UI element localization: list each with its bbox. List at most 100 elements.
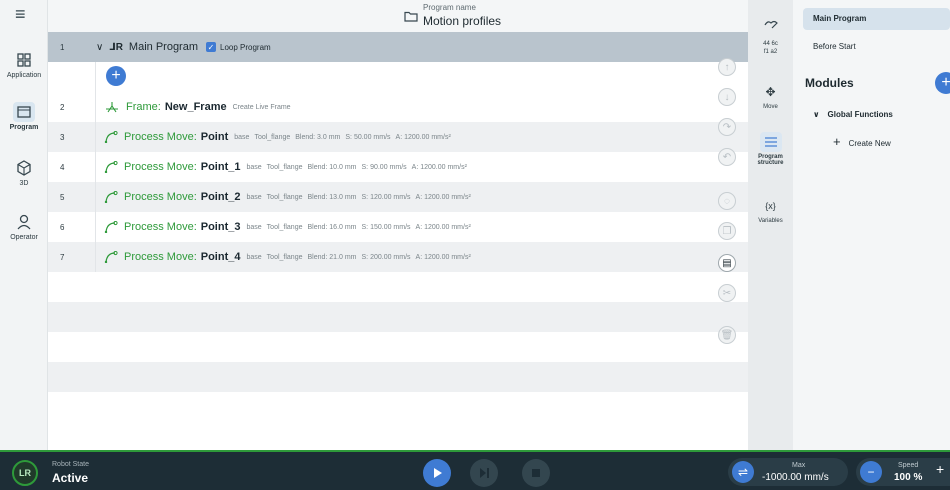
step-meta: A: 1200.00 mm/s² bbox=[415, 253, 471, 261]
step-meta: Tool_flange bbox=[266, 163, 303, 171]
row-number: 5 bbox=[48, 182, 96, 212]
frame-icon bbox=[106, 102, 118, 113]
cube-icon bbox=[17, 160, 31, 176]
bottom-bar: LR Robot State Active ⇌ Max -1000.00 mm/… bbox=[0, 450, 950, 490]
robot-logo-icon: LR bbox=[12, 460, 38, 486]
chevron-down-icon: ∨ bbox=[813, 110, 820, 119]
cut-icon[interactable]: ✂ bbox=[718, 284, 736, 302]
rail-move[interactable]: ✥ Move bbox=[748, 82, 793, 110]
step-meta: S: 50.00 mm/s bbox=[345, 133, 391, 141]
row-number: 7 bbox=[48, 242, 96, 272]
modules-title: Modules bbox=[805, 76, 854, 90]
step-meta: A: 1200.00 mm/s² bbox=[415, 223, 471, 231]
add-row bbox=[48, 62, 748, 92]
create-new-button[interactable]: + Create New bbox=[833, 134, 891, 149]
left-nav: ≡ Application Program 3D Operator bbox=[0, 0, 48, 450]
move-up-icon[interactable]: ↑ bbox=[718, 58, 736, 76]
rail-program-structure[interactable]: Program structure bbox=[748, 132, 793, 166]
modules-panel: Main Program Before Start Modules + ∨ Glo… bbox=[793, 0, 950, 450]
row-number: 4 bbox=[48, 152, 96, 182]
nav-3d[interactable]: 3D bbox=[0, 158, 48, 187]
nav-application[interactable]: Application bbox=[0, 50, 48, 79]
step-meta: base bbox=[234, 133, 250, 141]
nav-program[interactable]: Program bbox=[0, 102, 48, 131]
tab-before-start[interactable]: Before Start bbox=[813, 42, 856, 51]
add-module-button[interactable]: + bbox=[935, 72, 950, 94]
empty-row bbox=[48, 392, 748, 450]
stop-button[interactable] bbox=[522, 459, 550, 487]
step-name: Point_2 bbox=[200, 191, 241, 203]
loop-checkbox[interactable]: ✓ bbox=[206, 42, 216, 52]
step-meta: Tool_flange bbox=[266, 193, 303, 201]
hide-icon[interactable]: ◌ bbox=[718, 192, 736, 210]
program-name-label: Program name bbox=[423, 3, 476, 12]
redo-icon[interactable]: ↷ bbox=[718, 118, 736, 136]
grid-icon bbox=[17, 53, 31, 67]
step-name: Point_3 bbox=[200, 221, 241, 233]
robot-state-label: Robot State bbox=[52, 461, 89, 468]
program-row-main[interactable]: 1 ∨ ⅃R Main Program ✓ Loop Program bbox=[48, 32, 748, 62]
copy-icon[interactable]: ❐ bbox=[718, 222, 736, 240]
empty-row bbox=[48, 362, 748, 392]
process-move-icon bbox=[104, 221, 118, 233]
rail-variables[interactable]: {x} Variables bbox=[748, 196, 793, 224]
plus-icon[interactable]: + bbox=[936, 461, 944, 477]
max-label: Max bbox=[792, 462, 806, 469]
hand-icon bbox=[760, 14, 782, 34]
play-button[interactable] bbox=[423, 459, 451, 487]
nav-operator[interactable]: Operator bbox=[0, 212, 48, 241]
create-new-label: Create New bbox=[848, 139, 891, 148]
variables-icon: {x} bbox=[765, 201, 776, 211]
paste-icon[interactable]: ▤ bbox=[718, 254, 736, 272]
step-meta: S: 200.00 mm/s bbox=[361, 253, 411, 261]
main-program-title: Main Program bbox=[128, 41, 198, 53]
minus-icon[interactable]: − bbox=[860, 461, 882, 483]
speed-label: Speed bbox=[898, 462, 919, 469]
row-number: 2 bbox=[48, 92, 96, 122]
rail-variables-label: Variables bbox=[758, 218, 783, 224]
step-meta: Blend: 21.0 mm bbox=[307, 253, 357, 261]
folder-icon[interactable] bbox=[404, 11, 418, 22]
delete-icon[interactable]: 🗑 bbox=[718, 326, 736, 344]
program-name[interactable]: Motion profiles bbox=[423, 14, 501, 28]
process-move-icon bbox=[104, 131, 118, 143]
step-meta: Blend: 13.0 mm bbox=[307, 193, 357, 201]
speed-value: 100 % bbox=[894, 472, 923, 483]
process-move-icon bbox=[104, 191, 118, 203]
row-number: 3 bbox=[48, 122, 96, 152]
step-button[interactable] bbox=[470, 459, 498, 487]
undo-icon[interactable]: ↶ bbox=[718, 148, 736, 166]
empty-row bbox=[48, 332, 748, 362]
step-name: Point bbox=[200, 131, 229, 143]
global-functions-label: Global Functions bbox=[827, 110, 893, 119]
slider-icon[interactable]: ⇌ bbox=[732, 461, 754, 483]
table-row[interactable]: 3 Process Move: Point base Tool_flange Blend:… bbox=[48, 122, 748, 152]
table-row[interactable]: 7 Process Move: Point_4 base Tool_flange Blen… bbox=[48, 242, 748, 272]
add-step-button[interactable]: + bbox=[106, 66, 126, 86]
speed-control[interactable]: − Speed 100 % + bbox=[856, 458, 950, 486]
menu-icon[interactable]: ≡ bbox=[15, 4, 26, 25]
table-row[interactable]: 2 Frame: New_Frame Create Live Frame bbox=[48, 92, 748, 122]
plus-icon: + bbox=[833, 134, 841, 149]
step-meta: S: 120.00 mm/s bbox=[361, 193, 411, 201]
chevron-down-icon[interactable]: ∨ bbox=[96, 42, 103, 53]
table-row[interactable]: 6 Process Move: Point_3 base Tool_flange Blen… bbox=[48, 212, 748, 242]
step-name: Point_1 bbox=[200, 161, 241, 173]
step-name: Point_4 bbox=[200, 251, 241, 263]
step-meta: S: 150.00 mm/s bbox=[361, 223, 411, 231]
tab-main-program[interactable]: Main Program bbox=[803, 8, 950, 30]
nav-program-label: Program bbox=[9, 124, 39, 131]
move-down-icon[interactable]: ↓ bbox=[718, 88, 736, 106]
table-row[interactable]: 5 Process Move: Point_2 base Tool_flange Blen… bbox=[48, 182, 748, 212]
nav-3d-label: 3D bbox=[19, 180, 29, 187]
empty-row bbox=[48, 302, 748, 332]
max-speed-control[interactable]: ⇌ Max -1000.00 mm/s bbox=[728, 458, 848, 486]
person-icon bbox=[17, 214, 31, 230]
rail-handguide[interactable] bbox=[748, 14, 793, 36]
global-functions[interactable]: ∨ Global Functions bbox=[813, 110, 893, 119]
rail-program-structure-label: Program structure bbox=[757, 154, 784, 166]
step-meta: base bbox=[246, 253, 262, 261]
table-row[interactable]: 4 Process Move: Point_1 base Tool_flange Blen… bbox=[48, 152, 748, 182]
lr-logo-icon: ⅃R bbox=[109, 41, 123, 53]
loop-label: Loop Program bbox=[220, 42, 271, 52]
